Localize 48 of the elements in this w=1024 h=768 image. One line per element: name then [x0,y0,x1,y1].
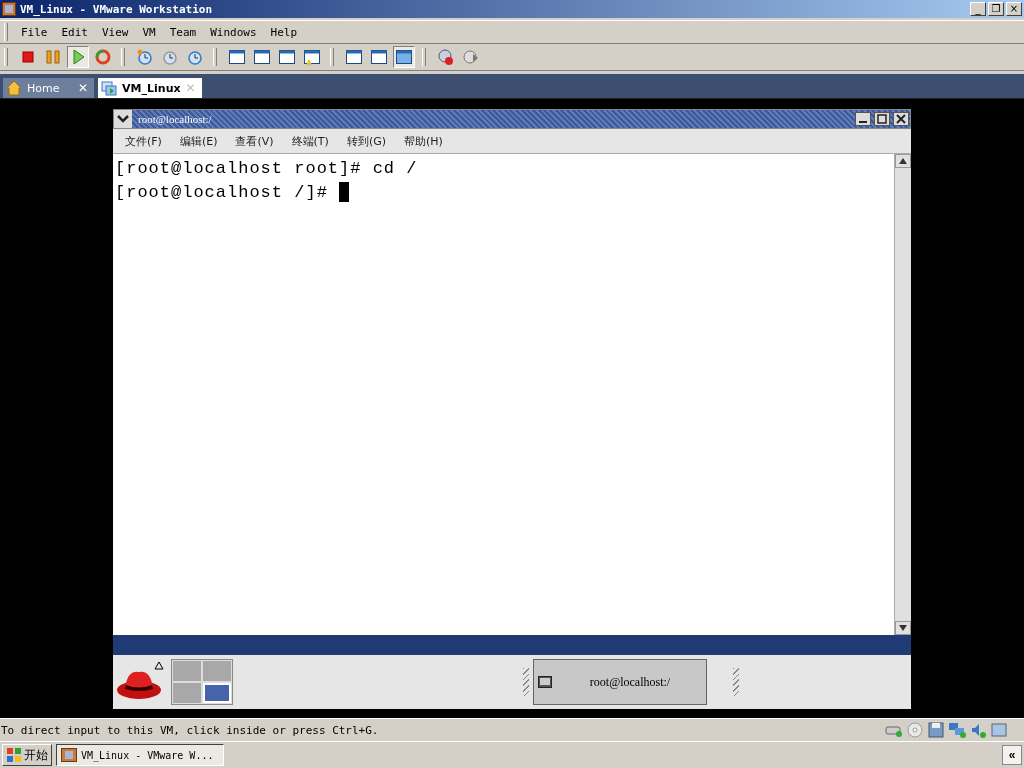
windows-icon[interactable] [393,46,415,68]
tab[interactable]: VM_Linux ✕ [98,78,202,98]
menu-item[interactable]: 文件(F) [117,133,170,149]
menu-item[interactable]: 转到(G) [338,133,394,149]
menu-item[interactable]: View [95,25,136,39]
app-icon [2,2,16,16]
start-button[interactable]: 开始 [2,744,52,766]
network-icon[interactable] [948,722,966,738]
show-hidden-icons-button[interactable]: « [1002,745,1022,765]
menu-item[interactable]: 查看(V) [227,133,282,149]
arrow-down-icon[interactable] [895,621,911,635]
window-control-button[interactable]: ❐ [988,2,1004,16]
terminal-line: [root@localhost /]# [115,182,329,202]
close-icon[interactable] [893,112,909,126]
taskbar-button[interactable]: VM_Linux - VMware W... [56,744,224,766]
workspace[interactable] [203,683,231,703]
minimize-icon[interactable] [855,112,871,126]
window-title: VM_Linux - VMware Workstation [20,2,213,16]
terminal-title: root@localhost:/ [138,113,212,125]
chevron-down-icon[interactable] [114,110,132,128]
arrow-up-icon[interactable] [895,154,911,168]
status-text: To direct input to this VM, click inside or press Ctrl+G. [1,723,379,737]
house-icon [6,80,22,96]
terminal-icon [538,676,552,688]
windows-flag-icon [6,747,22,763]
menu-item[interactable]: Help [263,25,305,39]
window-control-button[interactable]: × [1006,2,1022,16]
menu-item[interactable]: 帮助(H) [396,133,451,149]
tab[interactable]: Home ✕ [3,78,95,98]
menu-item[interactable]: File [14,25,55,39]
vm-icon [101,80,118,96]
window-control-button[interactable]: _ [970,2,986,16]
speaker-icon[interactable] [969,722,987,738]
floppy-icon[interactable] [927,722,945,738]
menu-item[interactable]: 终端(T) [283,133,337,149]
scrollbar[interactable] [894,154,911,635]
app-icon [61,748,77,762]
vm-screen[interactable]: root@localhost:/ 文件(F) 编辑(E) 查看(V) 终端(T) 转到(G) 帮助(H) [root@localhost root]# cd / [root@localhost /]# root@localhost:/ [0,98,1024,718]
menu-item[interactable]: Team [162,25,204,39]
maximize-icon[interactable] [874,112,890,126]
taskbar-button[interactable]: root@localhost:/ [533,659,707,705]
menu-item[interactable]: 编辑(E) [171,133,226,149]
text-cursor [339,182,350,202]
play-icon[interactable] [67,46,89,68]
menu-item[interactable]: Edit [54,25,95,39]
menu-item[interactable]: Windows [203,25,264,39]
terminal-line: [root@localhost root]# cd / [115,158,418,178]
menu-item[interactable]: VM [135,25,163,39]
